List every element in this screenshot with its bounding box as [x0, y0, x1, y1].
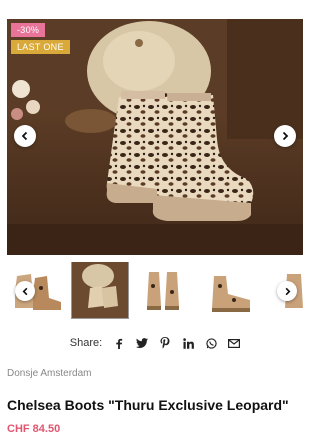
- thumbnail-4[interactable]: [202, 262, 258, 318]
- boot-thumbnail-image: [212, 276, 250, 312]
- gallery-prev-button[interactable]: [14, 125, 36, 147]
- chevron-right-icon: [285, 287, 290, 295]
- whatsapp-icon[interactable]: [205, 337, 217, 349]
- product-photo: [7, 19, 303, 255]
- discount-badge: -30%: [11, 23, 46, 37]
- chevron-left-icon: [21, 131, 28, 141]
- thumbnail-strip: [7, 262, 303, 322]
- product-main-image[interactable]: -30% LAST ONE: [7, 19, 303, 255]
- pinterest-icon[interactable]: [159, 337, 171, 349]
- product-price: CHF 84.50: [7, 424, 61, 434]
- thumbnail-prev-button[interactable]: [15, 281, 35, 301]
- last-one-badge: LAST ONE: [11, 40, 70, 54]
- brand-name[interactable]: Donsje Amsterdam: [7, 368, 91, 379]
- gallery-next-button[interactable]: [274, 125, 296, 147]
- chevron-right-icon: [282, 131, 289, 141]
- thumbnail-2[interactable]: [71, 262, 129, 319]
- product-title: Chelsea Boots "Thuru Exclusive Leopard": [7, 397, 289, 413]
- boot-thumbnail-image: [147, 272, 179, 310]
- share-label: Share:: [69, 337, 103, 349]
- twitter-icon[interactable]: [136, 337, 149, 349]
- facebook-icon[interactable]: [113, 337, 125, 349]
- chevron-left-icon: [22, 287, 27, 295]
- thumbnail-next-button[interactable]: [277, 281, 297, 301]
- thumbnail-3[interactable]: [137, 262, 193, 318]
- linkedin-icon[interactable]: [182, 337, 194, 349]
- share-bar: Share:: [0, 337, 310, 349]
- email-icon[interactable]: [228, 337, 241, 349]
- boot-thumbnail-image: [72, 262, 128, 318]
